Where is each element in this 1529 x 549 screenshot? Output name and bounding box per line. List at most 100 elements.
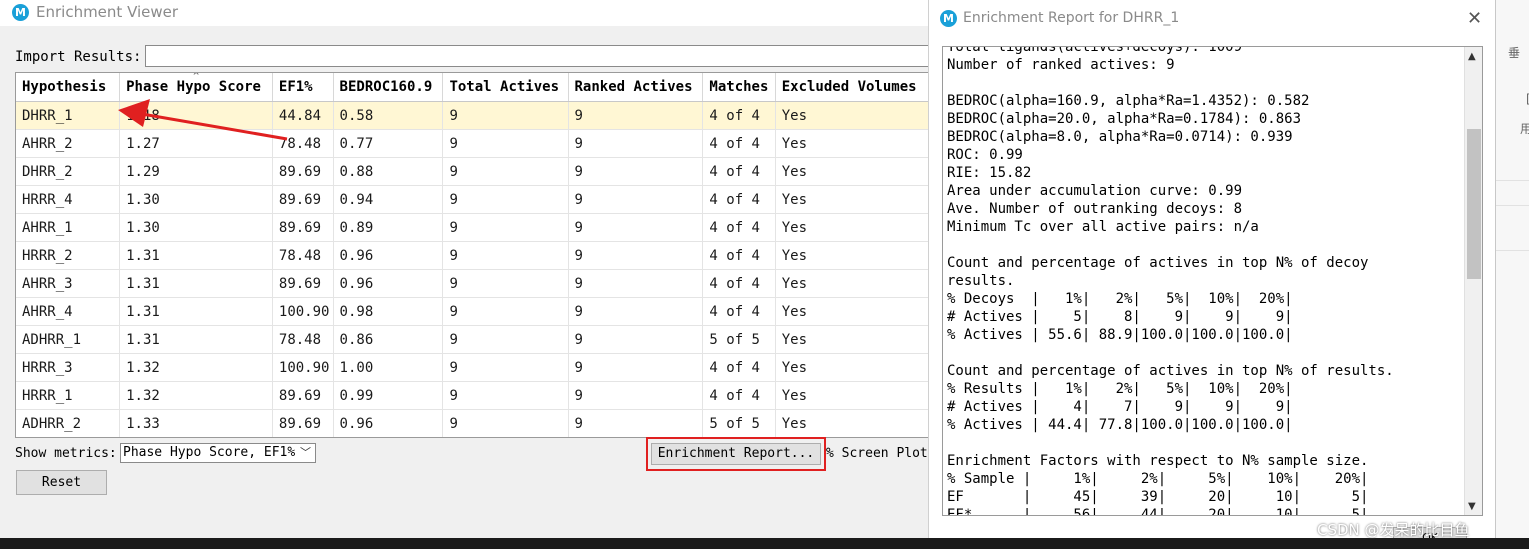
report-text-area[interactable]: Total ligands(actives+decoys): 1009 Numbe… <box>942 46 1483 516</box>
table-cell: 78.48 <box>272 325 334 354</box>
table-cell: 9 <box>568 101 704 130</box>
table-cell: 89.69 <box>272 213 334 242</box>
table-row[interactable]: HRRR_3 1.32 100.90 1.00 9 9 4 of 4 Yes <box>16 353 934 382</box>
table-cell: 9 <box>568 353 704 382</box>
table-row[interactable]: AHRR_3 1.31 89.69 0.96 9 9 4 of 4 Yes <box>16 269 934 298</box>
table-cell: 89.69 <box>272 185 334 214</box>
table-cell: 0.94 <box>333 185 444 214</box>
report-text: Total ligands(actives+decoys): 1009 Numbe… <box>947 47 1394 516</box>
report-line <box>947 74 1394 92</box>
table-cell: 1.27 <box>119 129 273 158</box>
table-row[interactable]: HRRR_1 1.32 89.69 0.99 9 9 4 of 4 Yes <box>16 381 934 410</box>
table-cell: 89.69 <box>272 157 334 186</box>
results-table: Hypothesis Phase Hypo Score ^ EF1% BEDROC160… <box>16 73 934 437</box>
report-line: Enrichment Factors with respect to N% sa… <box>947 453 1369 469</box>
column-header[interactable]: Ranked Actives <box>568 73 704 102</box>
table-cell: 9 <box>568 409 704 437</box>
hypothesis-table[interactable]: Hypothesis Phase Hypo Score ^ EF1% BEDROC160… <box>15 72 935 438</box>
screen-plot-button[interactable]: % Screen Plot <box>826 446 928 461</box>
table-cell: 1.32 <box>119 381 273 410</box>
table-cell: 9 <box>442 353 569 382</box>
table-cell: 9 <box>442 325 569 354</box>
column-header[interactable]: Hypothesis <box>16 73 121 102</box>
reset-button[interactable]: Reset <box>16 470 107 495</box>
column-header[interactable]: Phase Hypo Score ^ <box>119 73 273 102</box>
table-cell: Yes <box>775 325 934 354</box>
scroll-up-icon[interactable]: ▲ <box>1468 51 1476 62</box>
table-cell: 0.96 <box>333 269 444 298</box>
close-icon[interactable]: ✕ <box>1467 8 1482 29</box>
metrics-dropdown[interactable]: Phase Hypo Score, EF1% ﹀ <box>120 443 316 463</box>
divider <box>1496 205 1529 206</box>
table-cell: 9 <box>568 129 704 158</box>
table-row[interactable]: ADHRR_2 1.33 89.69 0.96 9 9 5 of 5 Yes <box>16 409 934 437</box>
table-cell: 4 of 4 <box>702 381 776 410</box>
column-header[interactable]: Matches <box>702 73 776 102</box>
enrichment-viewer-window: M Enrichment Viewer Import Results: Hypo… <box>0 0 935 549</box>
report-line: % Actives | 44.4| 77.8|100.0|100.0|100.0… <box>947 417 1293 433</box>
table-row[interactable]: AHRR_2 1.27 78.48 0.77 9 9 4 of 4 Yes <box>16 129 934 158</box>
table-cell: 1.33 <box>119 409 273 437</box>
report-line: results. <box>947 273 1015 289</box>
table-cell: Yes <box>775 409 934 437</box>
table-cell: 1.31 <box>119 325 273 354</box>
table-cell: Yes <box>775 129 934 158</box>
report-line: % Actives | 55.6| 88.9|100.0|100.0|100.0… <box>947 327 1293 343</box>
scrollbar-thumb[interactable] <box>1467 129 1481 279</box>
table-cell: HRRR_1 <box>16 381 121 410</box>
report-line: EF* | 56| 44| 20| 10| 5| <box>947 507 1369 516</box>
report-line: BEDROC(alpha=160.9, alpha*Ra=1.4352): 0.… <box>947 93 1310 109</box>
table-cell: Yes <box>775 269 934 298</box>
table-cell: Yes <box>775 157 934 186</box>
table-cell: 9 <box>568 185 704 214</box>
table-cell: 89.69 <box>272 381 334 410</box>
column-header[interactable]: BEDROC160.9 <box>333 73 444 102</box>
table-row[interactable]: HRRR_2 1.31 78.48 0.96 9 9 4 of 4 Yes <box>16 241 934 270</box>
table-cell: 0.88 <box>333 157 444 186</box>
table-cell: DHRR_2 <box>16 157 121 186</box>
report-line: % Decoys | 1%| 2%| 5%| 10%| 20%| <box>947 291 1293 307</box>
table-cell: 9 <box>442 213 569 242</box>
table-cell: 89.69 <box>272 409 334 437</box>
background-text: 用 <box>1520 122 1529 136</box>
report-line <box>947 434 1394 452</box>
table-cell: 9 <box>568 157 704 186</box>
report-line: Area under accumulation curve: 0.99 <box>947 183 1243 199</box>
table-row[interactable]: ADHRR_1 1.31 78.48 0.86 9 9 5 of 5 Yes <box>16 325 934 354</box>
import-results-input[interactable] <box>145 45 935 67</box>
table-cell: 1.29 <box>119 157 273 186</box>
scroll-down-icon[interactable]: ▼ <box>1468 501 1476 512</box>
table-cell: 9 <box>442 185 569 214</box>
table-row[interactable]: HRRR_4 1.30 89.69 0.94 9 9 4 of 4 Yes <box>16 185 934 214</box>
table-cell: 1.00 <box>333 353 444 382</box>
table-cell: 4 of 4 <box>702 269 776 298</box>
report-line: BEDROC(alpha=8.0, alpha*Ra=0.0714): 0.93… <box>947 129 1293 145</box>
table-row[interactable]: AHRR_4 1.31 100.90 0.98 9 9 4 of 4 Yes <box>16 297 934 326</box>
column-header[interactable]: Excluded Volumes <box>775 73 934 102</box>
table-cell: 1.31 <box>119 297 273 326</box>
column-header[interactable]: Total Actives <box>442 73 569 102</box>
window-title: Enrichment Viewer <box>36 3 179 21</box>
table-row[interactable]: AHRR_1 1.30 89.69 0.89 9 9 4 of 4 Yes <box>16 213 934 242</box>
table-cell: 4 of 4 <box>702 101 776 130</box>
table-cell: Yes <box>775 353 934 382</box>
table-cell: 1.30 <box>119 213 273 242</box>
table-cell: DHRR_1 <box>16 101 121 130</box>
column-header[interactable]: EF1% <box>272 73 334 102</box>
vertical-scrollbar[interactable]: ▲ ▼ <box>1464 47 1482 515</box>
table-cell: 9 <box>568 213 704 242</box>
dialog-title: Enrichment Report for DHRR_1 <box>963 10 1180 26</box>
background-text: 垂 <box>1508 46 1521 60</box>
table-row[interactable]: DHRR_2 1.29 89.69 0.88 9 9 4 of 4 Yes <box>16 157 934 186</box>
table-cell: 1.30 <box>119 185 273 214</box>
table-cell: 0.96 <box>333 241 444 270</box>
table-cell: 9 <box>442 157 569 186</box>
table-cell: Yes <box>775 213 934 242</box>
table-cell: 9 <box>568 325 704 354</box>
table-cell: 9 <box>568 269 704 298</box>
table-cell: 89.69 <box>272 269 334 298</box>
table-cell: 9 <box>442 129 569 158</box>
table-row[interactable]: DHRR_1 1.18 44.84 0.58 9 9 4 of 4 Yes <box>16 101 934 130</box>
table-cell: 9 <box>442 241 569 270</box>
enrichment-report-button[interactable]: Enrichment Report... <box>651 443 821 465</box>
